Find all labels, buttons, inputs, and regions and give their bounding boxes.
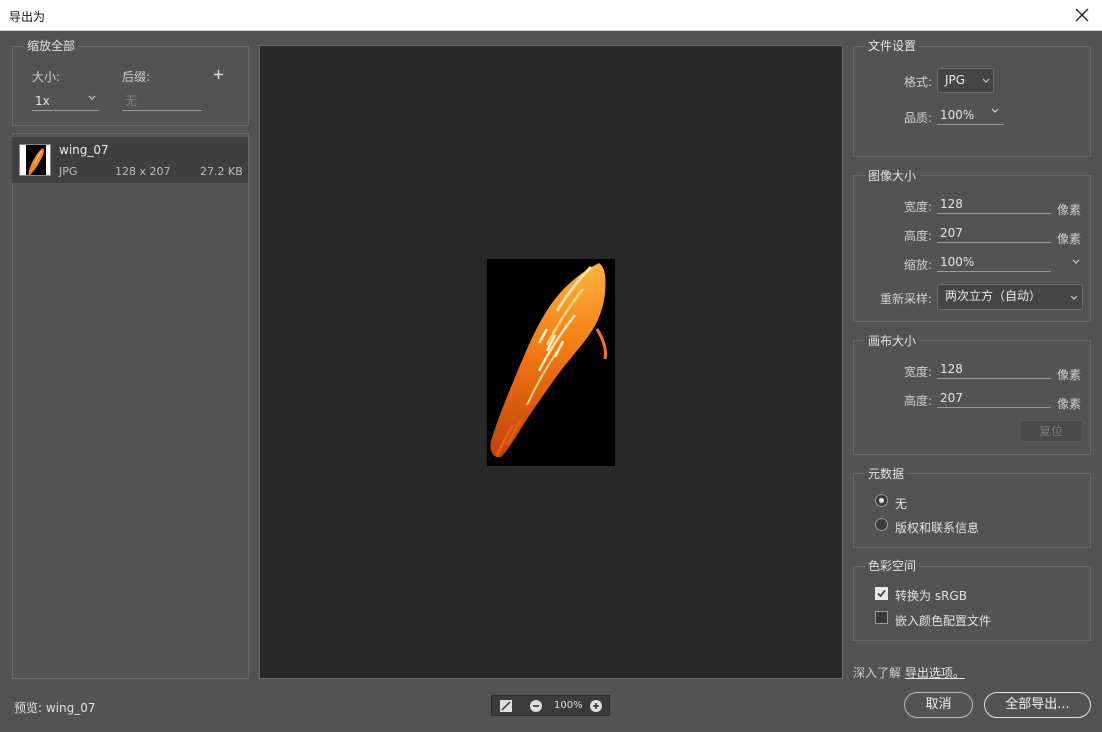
canvas-width-label: 宽度:	[903, 365, 932, 379]
canvas-height-unit: 像素	[1057, 397, 1082, 411]
quality-label: 品质:	[903, 111, 932, 125]
metadata-copyright-radio[interactable]	[875, 518, 888, 531]
canvas-height-label: 高度:	[903, 394, 932, 408]
zoom-in-icon[interactable]	[589, 699, 603, 713]
asset-filesize: 27.2 KB	[200, 165, 243, 178]
metadata-none-label[interactable]: 无	[895, 495, 907, 512]
metadata-title: 元数据	[865, 465, 908, 482]
learn-more: 深入了解 导出选项。	[853, 664, 965, 681]
suffix-placeholder: 无	[125, 94, 138, 108]
asset-list	[12, 133, 249, 679]
metadata-panel	[853, 473, 1091, 548]
format-value: JPG	[945, 73, 966, 87]
canvas-height-field[interactable]: 207	[937, 390, 1051, 408]
suffix-label: 后缀:	[122, 70, 151, 84]
chevron-down-icon	[88, 95, 96, 100]
close-icon[interactable]	[1072, 5, 1092, 25]
resample-select[interactable]: 两次立方（自动）	[937, 284, 1083, 310]
preview-canvas[interactable]	[259, 45, 843, 679]
fit-view-icon[interactable]	[499, 699, 513, 713]
convert-srgb-checkbox[interactable]	[875, 587, 888, 600]
plus-icon[interactable]	[213, 69, 224, 80]
image-height-value: 207	[940, 226, 963, 240]
format-label: 格式:	[903, 75, 932, 89]
image-height-label: 高度:	[903, 229, 932, 243]
preview-label: 预览: wing_07	[14, 701, 96, 715]
zoom-level: 100%	[554, 700, 583, 711]
cancel-button[interactable]: 取消	[904, 692, 973, 718]
color-space-title: 色彩空间	[865, 557, 920, 574]
file-settings-title: 文件设置	[865, 37, 920, 54]
export-options-link[interactable]: 导出选项。	[905, 666, 965, 680]
image-width-value: 128	[940, 197, 963, 211]
asset-thumbnail	[19, 144, 51, 176]
suffix-input[interactable]: 无	[122, 93, 202, 111]
resample-value: 两次立方（自动）	[945, 289, 1042, 303]
metadata-copyright-label[interactable]: 版权和联系信息	[895, 519, 979, 536]
image-height-field[interactable]: 207	[937, 225, 1051, 243]
size-value: 1x	[35, 94, 50, 108]
preview-image	[487, 259, 615, 466]
export-all-button[interactable]: 全部导出...	[984, 692, 1091, 718]
zoom-toolbar: 100%	[491, 695, 610, 716]
wing-thumbnail-image	[20, 145, 50, 175]
asset-dimensions: 128 x 207	[115, 165, 171, 178]
wing-preview-graphic	[490, 263, 607, 458]
canvas-width-value: 128	[940, 362, 963, 376]
canvas-size-title: 画布大小	[865, 332, 920, 349]
size-label: 大小:	[32, 70, 61, 84]
scale-all-panel	[12, 46, 249, 126]
canvas-height-value: 207	[940, 391, 963, 405]
canvas-width-unit: 像素	[1057, 368, 1082, 382]
scale-field[interactable]: 100%	[937, 254, 1051, 272]
image-width-field[interactable]: 128	[937, 196, 1051, 214]
image-width-unit: 像素	[1057, 203, 1082, 217]
image-width-label: 宽度:	[903, 200, 932, 214]
color-space-panel	[853, 566, 1091, 641]
scale-all-title: 缩放全部	[24, 37, 79, 54]
canvas-width-field[interactable]: 128	[937, 361, 1051, 379]
scale-label: 缩放:	[903, 258, 932, 272]
embed-profile-label[interactable]: 嵌入颜色配置文件	[895, 612, 991, 629]
checkmark-icon	[877, 589, 886, 598]
learn-more-prefix: 深入了解	[853, 666, 902, 680]
window-title: 导出为	[9, 10, 46, 24]
asset-name: wing_07	[59, 143, 109, 157]
chevron-down-icon	[1070, 295, 1078, 300]
metadata-none-radio[interactable]	[875, 494, 888, 507]
image-height-unit: 像素	[1057, 232, 1082, 246]
chevron-down-icon	[991, 108, 999, 113]
chevron-down-icon	[982, 78, 990, 83]
asset-format: JPG	[59, 165, 78, 178]
reset-button: 复位	[1019, 420, 1083, 442]
image-size-title: 图像大小	[865, 167, 920, 184]
quality-value: 100%	[940, 108, 975, 122]
zoom-out-icon[interactable]	[529, 699, 543, 713]
scale-value: 100%	[940, 255, 975, 269]
chevron-down-icon[interactable]	[1071, 258, 1081, 266]
embed-profile-checkbox[interactable]	[875, 611, 888, 624]
title-bar: 导出为	[0, 0, 1102, 31]
asset-row[interactable]: wing_07 JPG 128 x 207 27.2 KB	[12, 137, 248, 183]
resample-label: 重新采样:	[879, 292, 932, 306]
convert-srgb-label[interactable]: 转换为 sRGB	[895, 587, 967, 604]
file-settings-panel	[853, 46, 1091, 157]
